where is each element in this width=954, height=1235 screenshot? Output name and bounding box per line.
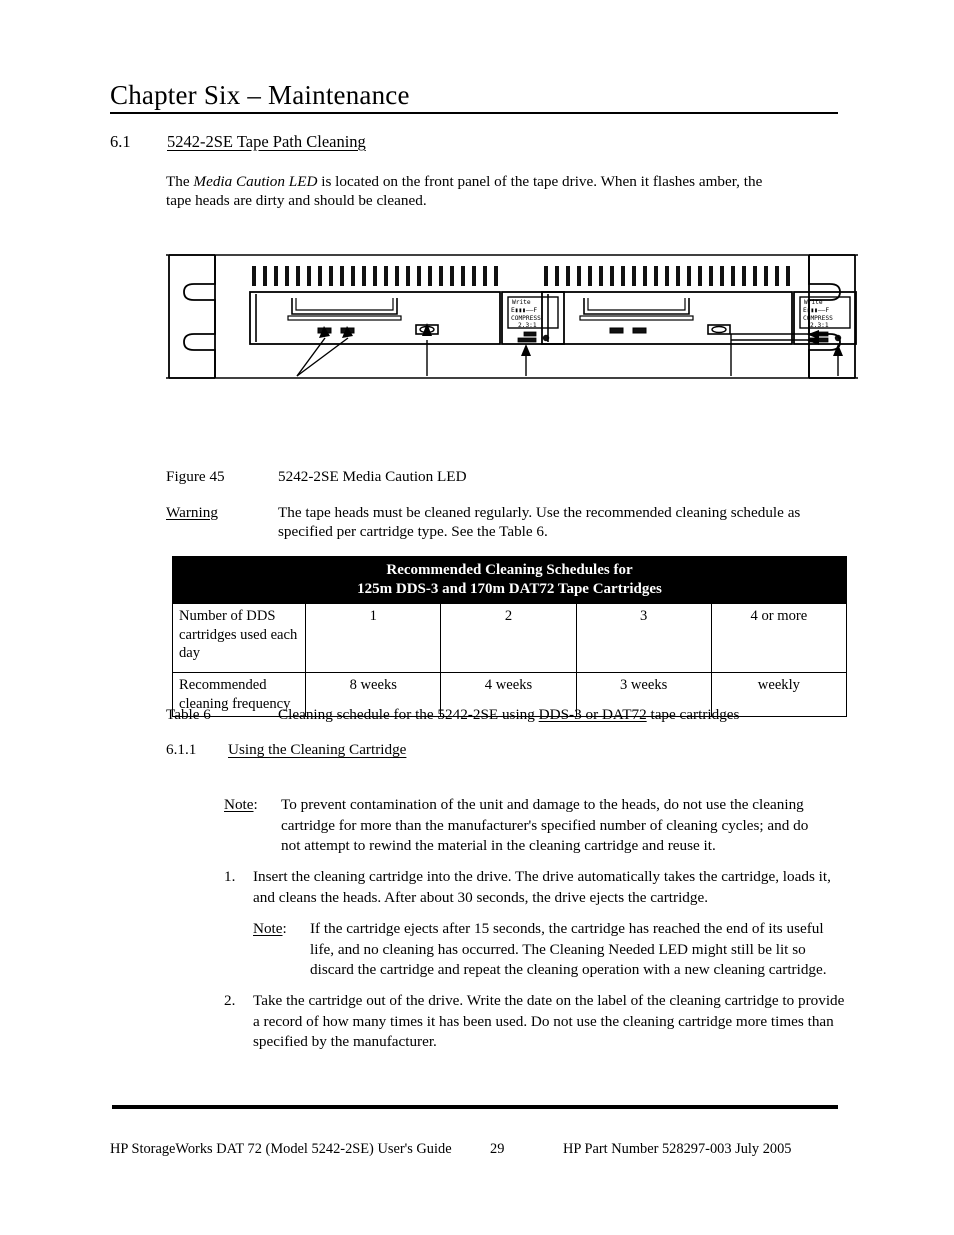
footer-right-text: HP Part Number 528297-003 July 2005 (563, 1141, 792, 1157)
note-text-2: If the cartridge ejects after 15 seconds… (310, 920, 827, 978)
table-cell: 4 or more (710, 603, 848, 673)
list-item-number: 1. (224, 868, 236, 885)
list-item: Take the cartridge out of the drive. Wri… (253, 992, 845, 1050)
list-item-number: 2. (224, 992, 236, 1009)
lcd-line4-left: 2.3:1 (518, 322, 537, 329)
intro-paragraph: The Media Caution LED is located on the … (166, 172, 791, 210)
table-header-cell: Recommended Cleaning Schedules for 125m … (172, 556, 847, 604)
table-header-line2: 125m DDS-3 and 170m DAT72 Tape Cartridge… (357, 580, 662, 597)
lcd-line4-right: 2.3:1 (810, 322, 829, 329)
table-caption-before: Cleaning schedule for the 5242-2SE using (278, 706, 539, 723)
note-label-2: Note: (253, 919, 305, 940)
table-row-label: Number of DDS cartridges used each day (171, 603, 307, 673)
cleaning-schedule-table: Recommended Cleaning Schedules for 125m … (171, 556, 848, 717)
chapter-title-rule (110, 112, 838, 114)
subsection-title: Using the Cleaning Cartridge (228, 741, 407, 758)
warning-text: The tape heads must be cleaned regularly… (278, 504, 801, 540)
table-cell: 2 (440, 603, 577, 673)
table-caption-label: Table 6 (166, 706, 211, 723)
note-label-1-word: Note (224, 796, 254, 813)
lcd-line3-right: COMPRESS (803, 315, 833, 322)
subsection-number: 6.1.1 (166, 741, 197, 758)
document-page: Chapter Six – Maintenance 6.1 5242-2SE Ta… (0, 0, 954, 1235)
table-caption-text: Cleaning schedule for the 5242-2SE using… (278, 705, 838, 724)
footer-left-text: HP StorageWorks DAT 72 (Model 5242-2SE) … (110, 1141, 452, 1157)
table-caption-underlined: DDS-3 or DAT72 (538, 706, 647, 723)
section-title: 5242-2SE Tape Path Cleaning (167, 132, 366, 151)
tape-drive-figure: Write E▮▮▮——F COMPRESS 2.3:1 Write E▮▮▮—… (166, 252, 858, 394)
warning-label: Warning (166, 504, 218, 521)
chapter-title: Chapter Six – Maintenance (110, 80, 410, 110)
note-text-1: To prevent contamination of the unit and… (281, 796, 809, 854)
intro-text-before: The (166, 173, 194, 190)
subsection-heading-6-1-1: 6.1.1 Using the Cleaning Cartridge (166, 740, 406, 760)
section-number: 6.1 (110, 132, 131, 151)
note-label-1: Note: (224, 795, 276, 816)
note-label-1-colon: : (253, 796, 258, 813)
table-cell: 1 (305, 603, 442, 673)
section-heading-6-1: 6.1 5242-2SE Tape Path Cleaning (110, 131, 366, 152)
intro-emphasis: Media Caution LED (193, 173, 318, 190)
figure-caption-label: Figure 45 (166, 468, 225, 485)
lcd-line2-right: E▮▮▮——F (803, 307, 829, 314)
lcd-line3-left: COMPRESS (511, 315, 541, 322)
table-header-row: Recommended Cleaning Schedules for 125m … (172, 556, 847, 604)
note-label-2-colon: : (282, 920, 287, 937)
figure-caption-text: 5242-2SE Media Caution LED (278, 468, 467, 485)
table-caption-after: tape cartridges (646, 706, 740, 723)
list-item: Insert the cleaning cartridge into the d… (253, 868, 831, 906)
footer-rule (112, 1105, 838, 1109)
table-cell: 3 (575, 603, 712, 673)
footer-page-number: 29 (490, 1141, 505, 1157)
lcd-line1-right: Write (804, 299, 823, 306)
lcd-line2-left: E▮▮▮——F (511, 307, 537, 314)
note-label-2-word: Note (253, 920, 283, 937)
lcd-line1-left: Write (512, 299, 531, 306)
table-row: Number of DDS cartridges used each day 1… (171, 603, 848, 673)
table-header-line1: Recommended Cleaning Schedules for (386, 562, 633, 578)
